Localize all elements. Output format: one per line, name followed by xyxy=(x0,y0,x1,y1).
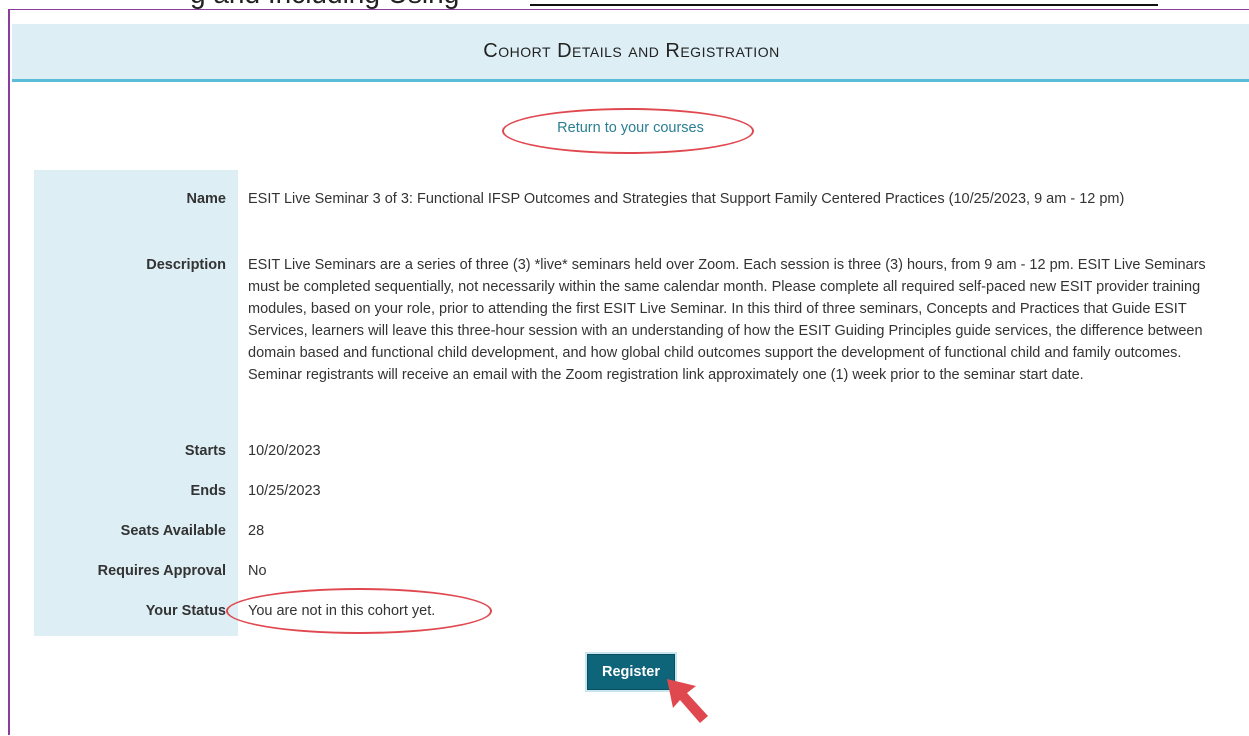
top-strip-underline xyxy=(530,4,1158,6)
page-header: Cohort Details and Registration xyxy=(12,24,1249,82)
name-label: Name xyxy=(186,191,227,207)
register-button[interactable]: Register xyxy=(587,654,675,690)
top-strip: g and Including Using xyxy=(0,0,1249,9)
ends-value: 10/25/2023 xyxy=(248,483,321,499)
starts-value: 10/20/2023 xyxy=(248,443,321,459)
seats-label: Seats Available xyxy=(120,523,226,539)
top-strip-text: g and Including Using xyxy=(190,0,459,9)
return-link-wrap: Return to your courses xyxy=(10,119,1249,137)
starts-label: Starts xyxy=(184,443,226,459)
seats-value: 28 xyxy=(248,523,265,539)
return-to-courses-link[interactable]: Return to your courses xyxy=(557,120,704,136)
ends-label: Ends xyxy=(190,483,226,499)
description-label: Description xyxy=(146,257,226,273)
approval-value: No xyxy=(248,563,267,579)
page-frame: Cohort Details and Registration Return t… xyxy=(8,9,1249,735)
status-value: You are not in this cohort yet. xyxy=(248,603,436,619)
status-label: Your Status xyxy=(145,603,226,619)
description-value: ESIT Live Seminars are a series of three… xyxy=(248,257,1206,383)
pointer-arrow-icon xyxy=(667,679,708,723)
approval-label: Requires Approval xyxy=(97,563,226,579)
name-value: ESIT Live Seminar 3 of 3: Functional IFS… xyxy=(248,191,1125,207)
page-title: Cohort Details and Registration xyxy=(483,40,780,62)
